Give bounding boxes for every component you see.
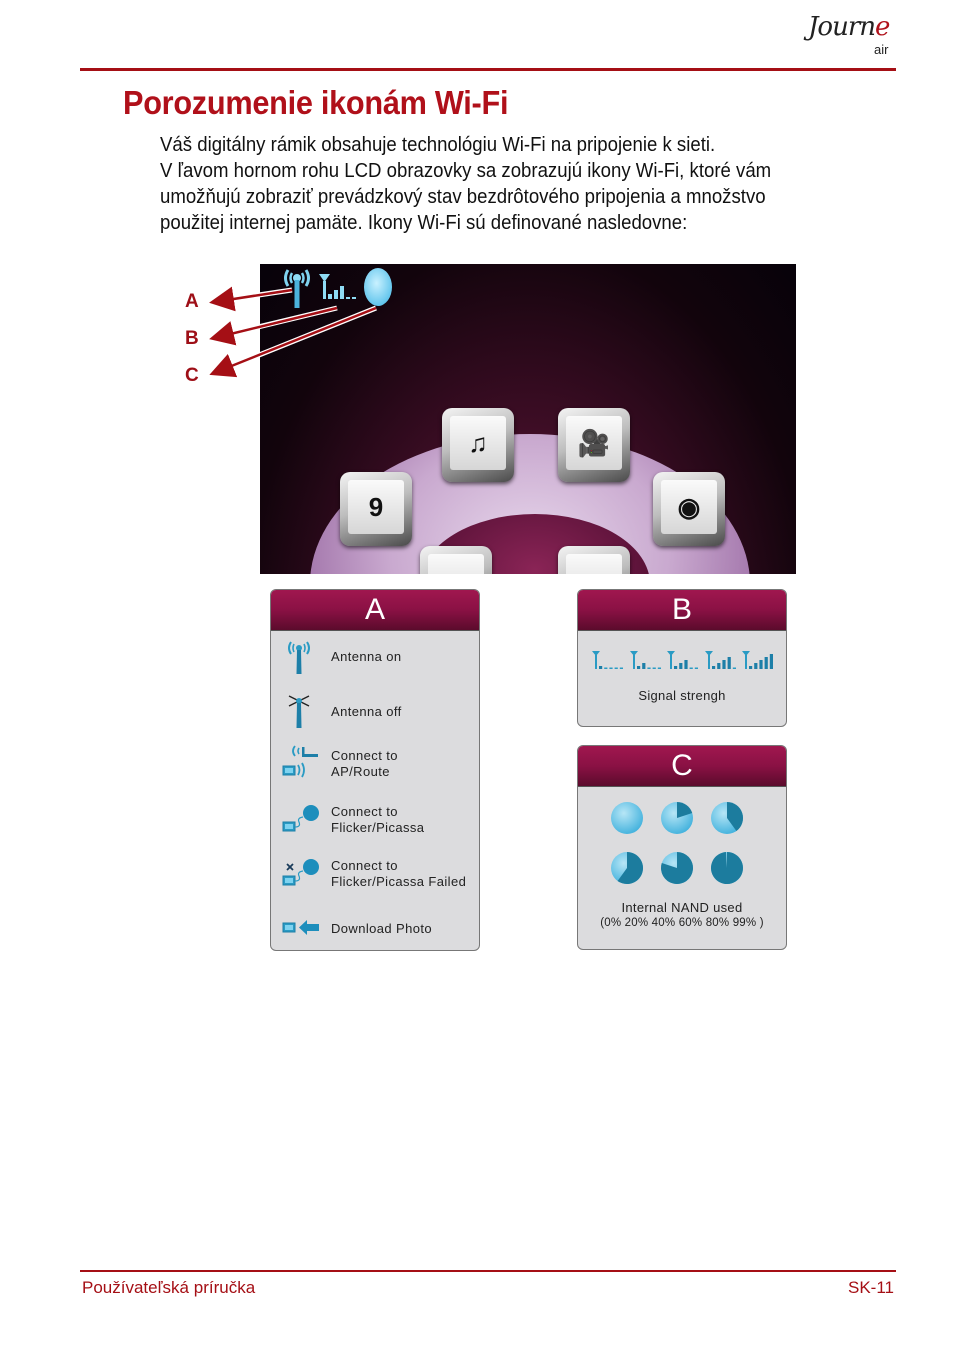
signal-bar-off [609, 667, 613, 669]
signal-bar-on [764, 657, 768, 669]
legend-panel-b: B Signal strengh [577, 589, 787, 727]
signal-bar-off [689, 667, 693, 669]
antenna-mast [595, 655, 597, 669]
nand-usage-pie [660, 852, 693, 884]
nand-usage-pie [711, 802, 743, 834]
nand-usage-pie [611, 802, 643, 834]
signal-bar-off [646, 667, 651, 669]
antenna-mast [670, 655, 672, 669]
legend-label: Connect to Flicker/Picassa Failed [331, 858, 467, 889]
legend-item-antenna-off: Antenna off [271, 692, 479, 732]
download-photo-icon [282, 920, 319, 935]
signal-strength-label: Signal strengh [638, 688, 726, 703]
signal-bar-off [619, 667, 623, 669]
signal-bar-on [636, 666, 640, 669]
signal-bar-off [604, 667, 608, 669]
signal-bar-on [674, 666, 678, 669]
panel-b-title: B [578, 590, 786, 631]
signal-level-icon [667, 651, 698, 669]
antenna-mast [745, 655, 747, 669]
callout-c: C [185, 365, 199, 386]
signal-bar-on [769, 654, 773, 669]
signal-bar-off [652, 667, 656, 669]
nand-usage-pie [710, 852, 743, 884]
signal-bar-on [759, 660, 763, 669]
callout-a: A [185, 291, 199, 312]
nand-usage-pie [611, 852, 644, 884]
signal-bar-on [684, 660, 688, 669]
legend-item-ap-router: Connect to AP/Route [271, 744, 479, 784]
antenna-mast [707, 655, 710, 669]
legend-item-flickr-picasa: Connect to Flicker/Picassa [271, 800, 479, 840]
antenna-off-icon [288, 695, 310, 728]
panel-c-title: C [578, 746, 786, 787]
signal-level-icon [742, 651, 773, 669]
signal-level-icon [704, 651, 736, 669]
signal-bar-on [711, 666, 715, 669]
nand-used-label: Internal NAND used [621, 900, 743, 915]
signal-bar-on [641, 663, 645, 669]
signal-bar-off [614, 667, 618, 669]
nand-usage-pie [661, 802, 693, 834]
callout-b: B [185, 328, 199, 349]
page-number: SK-11 [848, 1278, 894, 1297]
signal-bar-on [727, 657, 731, 669]
signal-bar-off [732, 667, 736, 669]
legend-label: Download Photo [331, 921, 432, 936]
signal-bar-off [657, 667, 661, 669]
flickr-picasa-connect-icon [282, 805, 319, 832]
footer-divider [80, 1270, 896, 1272]
legend-label: Antenna off [331, 704, 402, 719]
pie-free [611, 802, 643, 834]
signal-bar-on [754, 663, 758, 669]
signal-bar-on [679, 663, 683, 669]
legend-item-download-photo: Download Photo [271, 910, 479, 950]
nand-used-values: (0% 20% 40% 60% 80% 99% ) [600, 917, 764, 929]
ap-router-icon [282, 745, 318, 778]
signal-levels [592, 650, 776, 672]
legend-label: Antenna on [331, 649, 402, 664]
signal-level-icon [629, 651, 661, 669]
antenna-on-icon [288, 641, 310, 674]
footer-manual-title: Používateľská príručka [82, 1278, 256, 1297]
signal-bar-on [716, 663, 720, 669]
legend-panel-a: A Antenna on Antenna off Connect to AP/R… [270, 589, 480, 951]
legend-item-antenna-on: Antenna on [271, 638, 479, 678]
signal-bar-on [599, 666, 603, 669]
signal-bar-off [694, 667, 698, 669]
legend-panel-c: C Internal NAND used (0% 20% 40% 60% 80%… [577, 745, 787, 950]
antenna-mast [632, 655, 635, 669]
signal-bar-on [749, 666, 753, 669]
panel-a-title: A [271, 590, 479, 631]
arrow-a [209, 286, 293, 312]
legend-label: Connect to Flicker/Picassa [331, 804, 425, 835]
callout-arrows [209, 286, 377, 378]
flickr-picasa-failed-icon [282, 859, 319, 886]
legend-label: Connect to AP/Route [331, 748, 398, 779]
nand-usage-levels [610, 801, 760, 901]
signal-bar-on [721, 660, 726, 669]
signal-level-icon [592, 651, 623, 669]
legend-item-flickr-picasa-failed: Connect to Flicker/Picassa Failed [271, 854, 479, 894]
